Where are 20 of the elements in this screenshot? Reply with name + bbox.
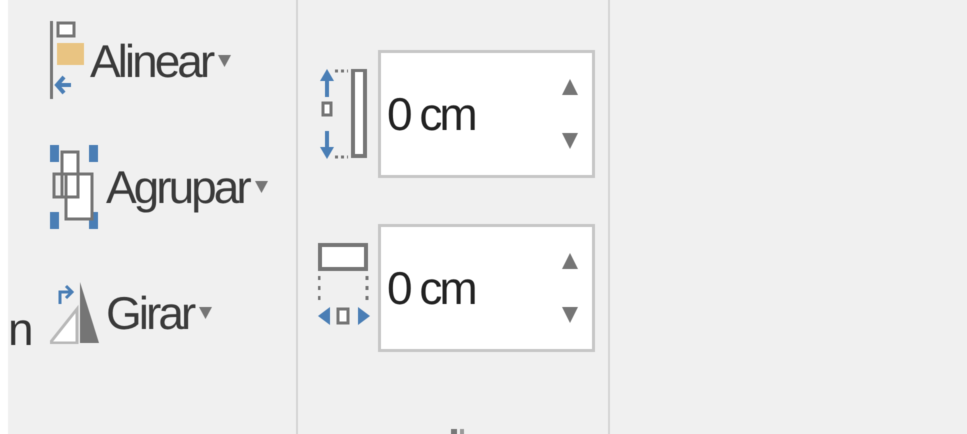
rotate-button[interactable]: Girar [50, 270, 296, 356]
spin-down-icon[interactable] [562, 133, 578, 149]
dropdown-caret-icon [254, 181, 268, 193]
rotate-icon [50, 282, 100, 344]
width-field[interactable]: 0 cm [378, 224, 595, 352]
group-icon [50, 145, 100, 229]
height-field[interactable]: 0 cm [378, 50, 595, 178]
align-button[interactable]: Alinear [50, 18, 296, 104]
height-icon [318, 69, 370, 159]
spin-up-icon[interactable] [562, 253, 578, 269]
group-button[interactable]: Agrupar [50, 144, 296, 230]
value-input[interactable]: 0 cm [387, 254, 537, 322]
align-left-icon [50, 21, 84, 101]
spin-down-icon[interactable] [562, 307, 578, 323]
dialog-launcher-icon[interactable] [451, 429, 465, 434]
dropdown-caret-icon [199, 307, 212, 319]
cut-off-label: n [8, 306, 31, 352]
value-input[interactable]: 0 cm [387, 80, 537, 148]
spin-up-icon[interactable] [562, 79, 578, 95]
dropdown-caret-icon [218, 55, 232, 67]
